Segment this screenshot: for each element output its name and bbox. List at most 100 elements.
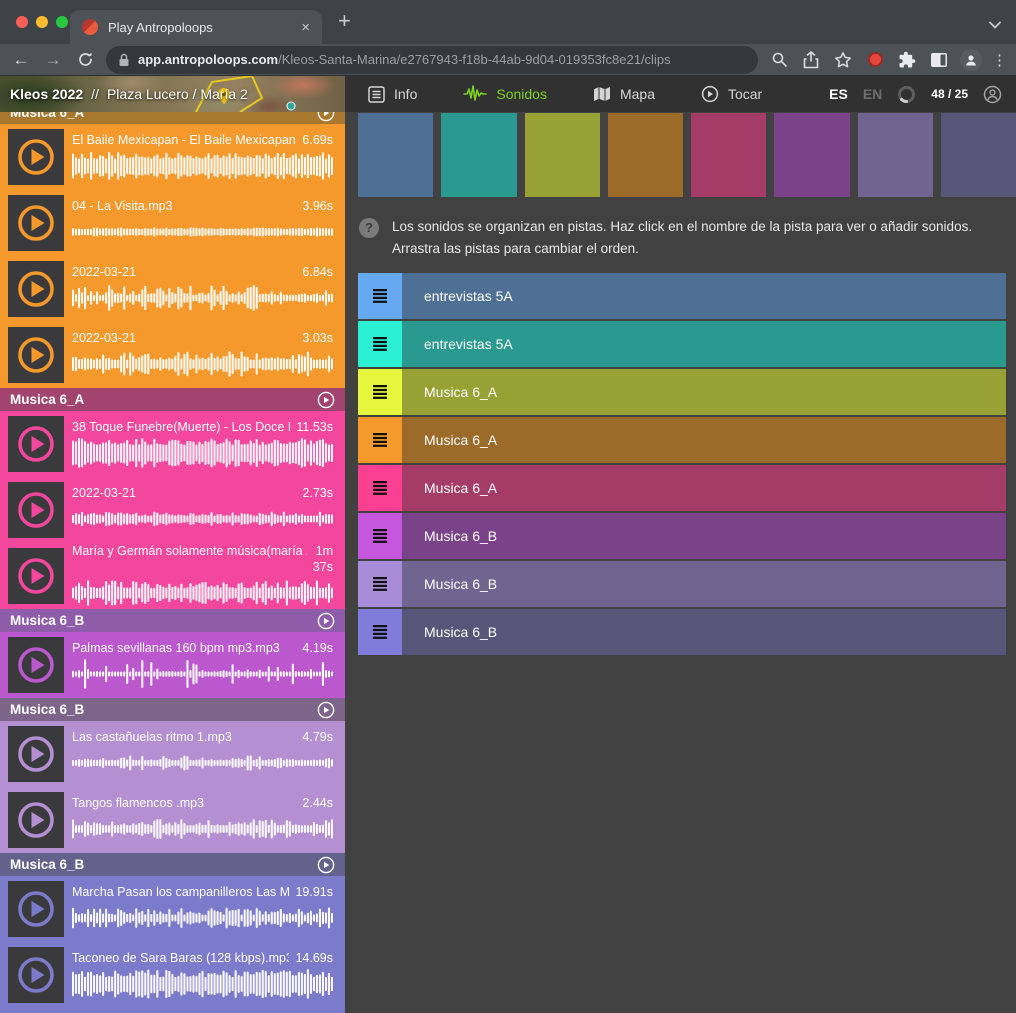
- track-list: entrevistas 5A entrevistas 5A Musica 6_A: [358, 273, 1006, 655]
- track-row[interactable]: Musica 6_A: [358, 369, 1006, 415]
- track-drag-handle[interactable]: [358, 369, 402, 415]
- track-row[interactable]: Musica 6_B: [358, 513, 1006, 559]
- section-play-button[interactable]: [317, 612, 335, 630]
- track-color-swatch[interactable]: [358, 113, 433, 197]
- track-name-button[interactable]: entrevistas 5A: [402, 273, 1006, 319]
- audio-clip[interactable]: 2022-03-21 6.84s: [0, 256, 345, 322]
- clip-play-button[interactable]: [8, 195, 64, 251]
- clip-section-header[interactable]: Musica 6_B: [0, 609, 345, 632]
- audio-clip[interactable]: 2022-03-21 3.03s: [0, 322, 345, 388]
- track-row[interactable]: Musica 6_B: [358, 609, 1006, 655]
- audio-clip[interactable]: 2022-03-21 2.73s: [0, 477, 345, 543]
- audio-clip[interactable]: Tangos flamencos .mp3 2.44s: [0, 787, 345, 853]
- clip-play-button[interactable]: [8, 881, 64, 937]
- tab-mapa[interactable]: Mapa: [570, 76, 678, 112]
- track-name-button[interactable]: entrevistas 5A: [402, 321, 1006, 367]
- track-drag-handle[interactable]: [358, 321, 402, 367]
- track-name-button[interactable]: Musica 6_B: [402, 609, 1006, 655]
- section-play-button[interactable]: [317, 856, 335, 874]
- back-button[interactable]: ←: [10, 50, 32, 70]
- browser-tab[interactable]: Play Antropoloops ×: [70, 10, 322, 44]
- clip-play-button[interactable]: [8, 482, 64, 538]
- track-row[interactable]: Musica 6_B: [358, 561, 1006, 607]
- clip-play-button[interactable]: [8, 416, 64, 472]
- browser-menu-kebab-icon[interactable]: ⋮: [992, 51, 1006, 69]
- track-drag-handle[interactable]: [358, 417, 402, 463]
- url-bar[interactable]: app.antropoloops.com/Kleos-Santa-Marina/…: [106, 46, 758, 74]
- window-zoom-button[interactable]: [56, 16, 68, 28]
- track-drag-handle[interactable]: [358, 273, 402, 319]
- clip-section-header[interactable]: Musica 6_B: [0, 698, 345, 721]
- track-color-swatch[interactable]: [774, 113, 849, 197]
- hint-text: Los sonidos se organizan en pistas. Haz …: [392, 216, 986, 259]
- clip-play-button[interactable]: [8, 129, 64, 185]
- track-color-swatch[interactable]: [941, 113, 1016, 197]
- map-icon: [593, 86, 611, 102]
- clip-play-button[interactable]: [8, 261, 64, 317]
- clip-section-header[interactable]: Musica 6_A: [0, 388, 345, 411]
- play-icon: [16, 424, 56, 464]
- track-drag-handle[interactable]: [358, 609, 402, 655]
- track-row[interactable]: entrevistas 5A: [358, 321, 1006, 367]
- track-drag-handle[interactable]: [358, 513, 402, 559]
- section-play-button[interactable]: [317, 701, 335, 719]
- section-play-button[interactable]: [317, 112, 335, 122]
- track-color-swatch[interactable]: [691, 113, 766, 197]
- track-color-swatch[interactable]: [858, 113, 933, 197]
- clip-section-header[interactable]: Musica 6_B: [0, 853, 345, 876]
- clip-play-button[interactable]: [8, 947, 64, 1003]
- clip-play-button[interactable]: [8, 792, 64, 848]
- side-panel-icon[interactable]: [928, 49, 950, 71]
- track-name-button[interactable]: Musica 6_A: [402, 465, 1006, 511]
- search-icon[interactable]: [768, 49, 790, 71]
- audio-clip[interactable]: Palmas sevillanas 160 bpm mp3.mp3 4.19s: [0, 632, 345, 698]
- clip-section-header[interactable]: Musica 6_A: [0, 112, 345, 124]
- clip-play-button[interactable]: [8, 637, 64, 693]
- breadcrumb[interactable]: Kleos 2022 // Plaza Lucero / María 2: [10, 86, 248, 102]
- track-name-button[interactable]: Musica 6_A: [402, 417, 1006, 463]
- window-close-button[interactable]: [16, 16, 28, 28]
- record-extension-icon[interactable]: [864, 49, 886, 71]
- tab-tocar[interactable]: Tocar: [678, 76, 785, 112]
- track-drag-handle[interactable]: [358, 465, 402, 511]
- audio-clip[interactable]: El Baile Mexicapan - El Baile Mexicapan.…: [0, 124, 345, 190]
- track-row[interactable]: Musica 6_A: [358, 465, 1006, 511]
- tab-search-chevron-icon[interactable]: [988, 17, 1002, 35]
- forward-button[interactable]: →: [42, 50, 64, 70]
- track-drag-handle[interactable]: [358, 561, 402, 607]
- tab-sonidos[interactable]: Sonidos: [440, 76, 570, 112]
- lang-en-button[interactable]: EN: [863, 86, 882, 102]
- clip-title: 2022-03-21: [72, 331, 296, 345]
- reload-button[interactable]: [74, 49, 96, 71]
- track-color-swatch[interactable]: [441, 113, 516, 197]
- audio-clip[interactable]: Taconeo de Sara Baras (128 kbps).mp3 14.…: [0, 942, 345, 1008]
- audio-clip[interactable]: María y Germán solamente música(maría 2.…: [0, 543, 345, 609]
- extensions-puzzle-icon[interactable]: [896, 49, 918, 71]
- audio-clip[interactable]: Las castañuelas ritmo 1.mp3 4.79s: [0, 721, 345, 787]
- track-name-button[interactable]: Musica 6_B: [402, 513, 1006, 559]
- audio-clip[interactable]: 38 Toque Funebre(Muerte) - Los Doce Par.…: [0, 411, 345, 477]
- track-color-swatch[interactable]: [525, 113, 600, 197]
- track-name-button[interactable]: Musica 6_B: [402, 561, 1006, 607]
- clip-play-button[interactable]: [8, 548, 64, 604]
- tab-info[interactable]: Info: [345, 76, 440, 112]
- profile-avatar[interactable]: [960, 49, 982, 71]
- lang-es-button[interactable]: ES: [829, 86, 848, 102]
- window-minimize-button[interactable]: [36, 16, 48, 28]
- track-name-button[interactable]: Musica 6_A: [402, 369, 1006, 415]
- play-icon: [16, 490, 56, 530]
- clip-play-button[interactable]: [8, 726, 64, 782]
- section-play-button[interactable]: [317, 391, 335, 409]
- track-row[interactable]: Musica 6_A: [358, 417, 1006, 463]
- share-icon[interactable]: [800, 49, 822, 71]
- new-tab-button[interactable]: +: [338, 8, 351, 34]
- clip-play-button[interactable]: [8, 327, 64, 383]
- lock-icon[interactable]: [118, 53, 130, 67]
- track-row[interactable]: entrevistas 5A: [358, 273, 1006, 319]
- audio-clip[interactable]: 04 - La Visita.mp3 3.96s: [0, 190, 345, 256]
- account-icon[interactable]: [983, 85, 1002, 104]
- tab-close-icon[interactable]: ×: [301, 19, 310, 36]
- track-color-swatch[interactable]: [608, 113, 683, 197]
- bookmark-star-icon[interactable]: [832, 49, 854, 71]
- audio-clip[interactable]: Marcha Pasan los campanilleros Las Mejor…: [0, 876, 345, 942]
